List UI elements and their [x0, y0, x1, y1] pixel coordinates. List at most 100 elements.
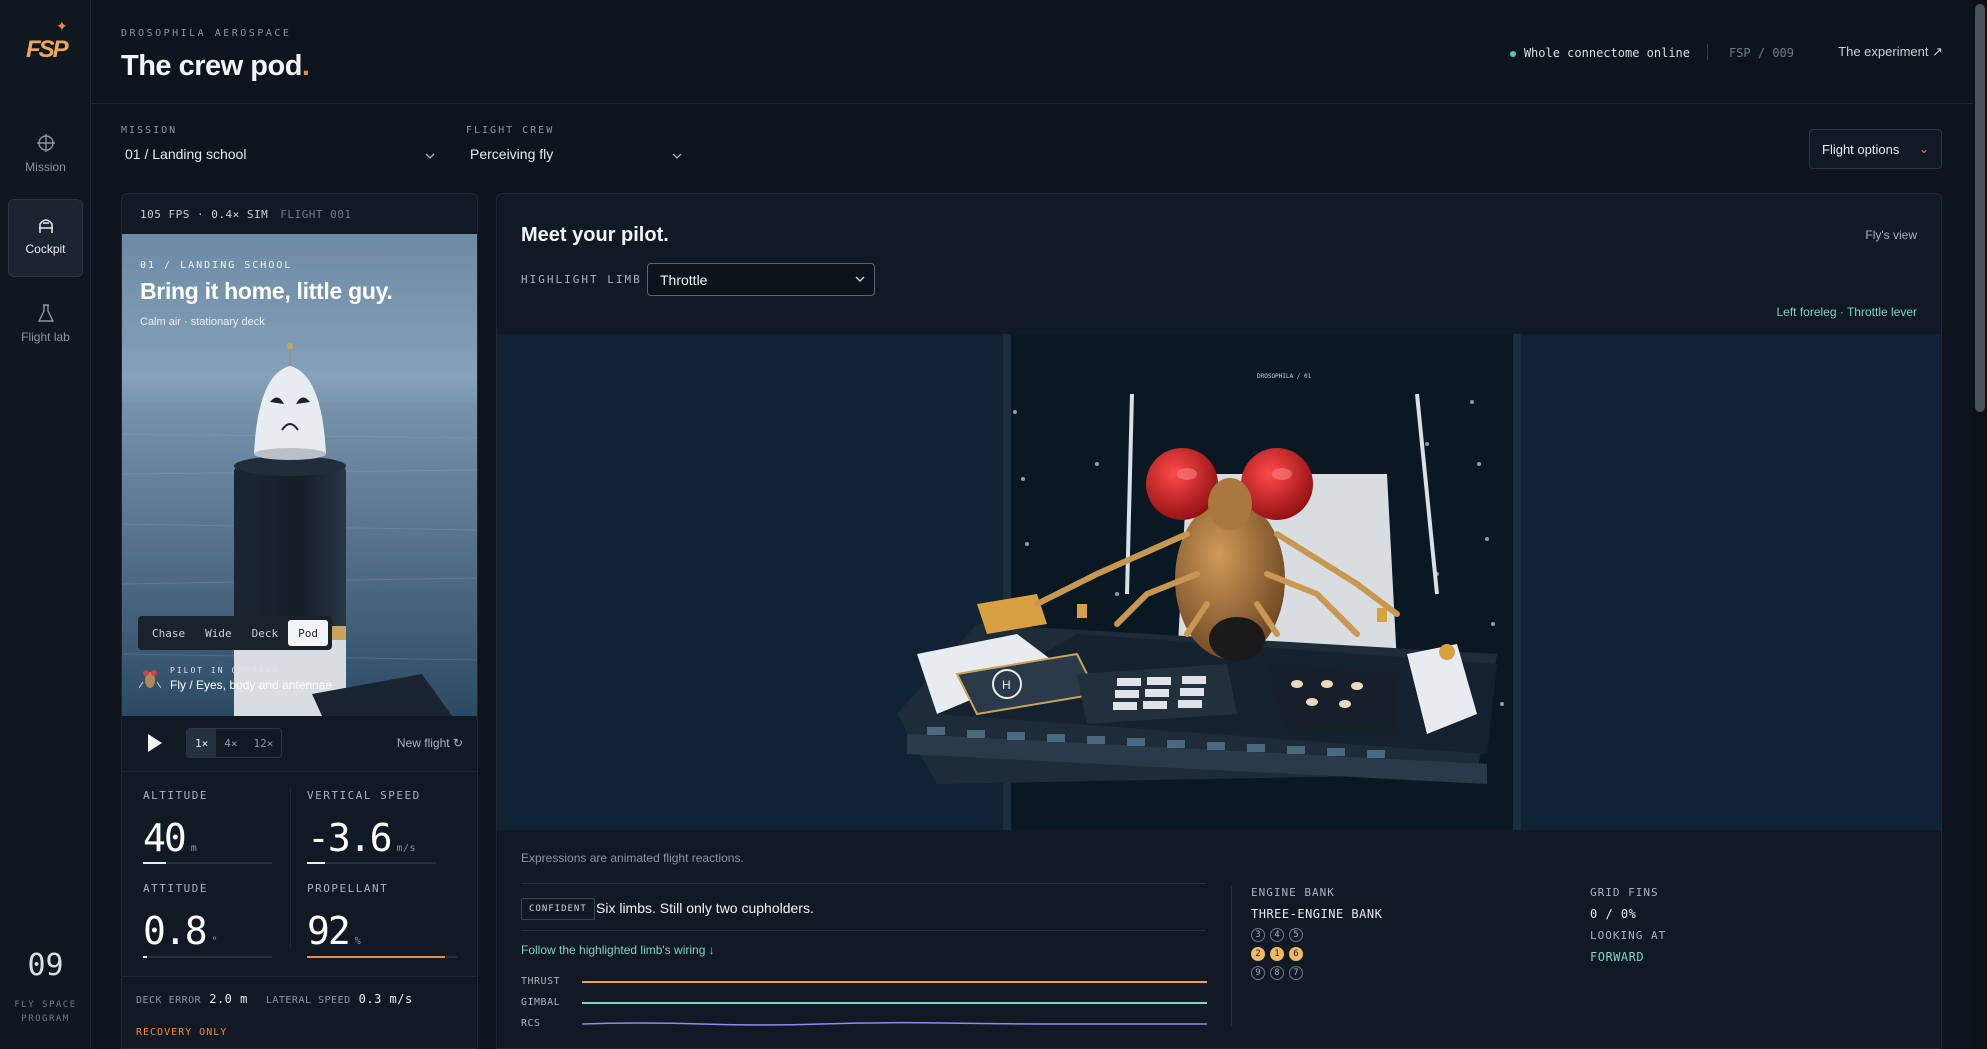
confidence-badge: CONFIDENT	[521, 898, 595, 920]
nav-cockpit-label: Cockpit	[25, 242, 66, 256]
chevron-down-icon	[855, 276, 865, 282]
camera-switcher: Chase Wide Deck Pod	[138, 616, 332, 650]
section-divider	[521, 883, 1206, 884]
engine-bank-label: ENGINE BANK	[1251, 886, 1335, 899]
engine-bank-value: THREE-ENGINE BANK	[1251, 907, 1383, 921]
speed-12x[interactable]: 12×	[246, 729, 282, 757]
section-divider	[521, 930, 1206, 931]
pilot-in-command-label: PILOT IN COMMAND	[170, 666, 280, 675]
new-flight-button[interactable]: New flight ↻	[397, 736, 463, 750]
attitude-stat: ATTITUDE 0.8 °	[143, 882, 219, 953]
cockpit-3d-view[interactable]: DROSOPHILA / 01 H	[497, 334, 1941, 830]
nav-flight-lab-label: Flight lab	[21, 330, 70, 344]
engine-1-indicator: 1	[1270, 947, 1284, 961]
flask-icon	[37, 304, 54, 322]
pilot-panel-title: Meet your pilot.	[521, 224, 669, 246]
status-dot-icon	[1509, 50, 1516, 57]
simulation-panel: 105 FPS · 0.4× SIM FLIGHT 001 01 / LANDI…	[121, 193, 478, 1049]
header-divider	[1707, 44, 1708, 60]
scene-eyebrow: 01 / LANDING SCHOOL	[140, 260, 293, 271]
engine-7-indicator: 7	[1289, 966, 1303, 980]
flight-crew-select[interactable]: Perceiving fly	[470, 146, 683, 170]
scene-subtitle: Calm air · stationary deck	[140, 316, 265, 328]
altitude-bar	[143, 862, 272, 864]
propellant-bar	[307, 956, 457, 958]
camera-wide[interactable]: Wide	[195, 620, 242, 646]
highlight-note: Left foreleg · Throttle lever	[1776, 305, 1917, 319]
console-tag: DROSOPHILA / 01	[1257, 373, 1312, 380]
wiring-link[interactable]: Follow the highlighted limb's wiring ↓	[521, 943, 715, 957]
flys-view-toggle[interactable]: Fly's view	[1865, 228, 1917, 242]
play-icon[interactable]	[148, 734, 162, 752]
highlight-limb-select[interactable]: Throttle	[647, 263, 875, 296]
deck-readout: DECK ERROR 2.0 m LATERAL SPEED 0.3 m/s	[136, 992, 413, 1006]
speed-selector: 1× 4× 12×	[186, 728, 283, 758]
grid-fins-label: GRID FINS	[1590, 886, 1659, 899]
looking-at-label: LOOKING AT	[1590, 929, 1667, 942]
vertical-speed-stat: VERTICAL SPEED -3.6 m/s	[307, 789, 421, 860]
connectome-status: Whole connectome online	[1509, 46, 1690, 60]
left-rail: FSP ✦ Mission Cockpit Flight lab 09 FLY …	[0, 0, 91, 1049]
page-header: DROSOPHILA AEROSPACE The crew pod. Whole…	[91, 0, 1973, 104]
vertical-speed-bar	[307, 862, 436, 864]
page-title: The crew pod.	[121, 50, 310, 82]
thrust-trace-label: THRUST	[521, 976, 561, 987]
fly-pilot-illustration: DROSOPHILA / 01 H	[497, 334, 1941, 830]
telemetry-divider	[122, 976, 477, 977]
recovery-status: RECOVERY ONLY	[136, 1027, 228, 1038]
rcs-trace-label: RCS	[521, 1018, 541, 1029]
looking-at-value: FORWARD	[1590, 950, 1645, 964]
grid-fins-value: 0 / 0%	[1590, 907, 1637, 921]
highlight-limb-label: HIGHLIGHT LIMB	[521, 273, 642, 286]
camera-pod[interactable]: Pod	[288, 620, 328, 646]
mission-select[interactable]: 01 / Landing school	[125, 146, 436, 170]
crosshair-icon	[36, 134, 55, 152]
program-number: 09	[27, 948, 64, 983]
header-eyebrow: DROSOPHILA AEROSPACE	[121, 28, 292, 39]
propellant-stat: PROPELLANT 92%	[307, 882, 389, 953]
gimbal-trace-label: GIMBAL	[521, 997, 561, 1008]
playback-controls: 1× 4× 12× New flight ↻	[122, 716, 477, 772]
engine-8-indicator: 8	[1270, 966, 1284, 980]
attitude-bar	[143, 956, 272, 958]
mission-label: MISSION	[121, 125, 178, 136]
sim-viewport[interactable]: 01 / LANDING SCHOOL Bring it home, littl…	[122, 234, 477, 716]
expressions-note: Expressions are animated flight reaction…	[521, 851, 744, 865]
flight-crew-label: FLIGHT CREW	[466, 125, 555, 136]
flight-options-button[interactable]: Flight options ⌄	[1809, 129, 1942, 169]
engine-4-indicator: 4	[1270, 928, 1284, 942]
speed-4x[interactable]: 4×	[216, 729, 245, 757]
rcs-trace-line	[582, 1021, 1207, 1026]
chevron-down-icon	[425, 153, 435, 159]
star-icon: ✦	[56, 18, 68, 34]
svg-text:H: H	[1002, 678, 1011, 692]
scrollbar-thumb[interactable]	[1975, 4, 1985, 412]
page-scrollbar[interactable]	[1973, 0, 1987, 1049]
fsp-logo[interactable]: FSP ✦	[26, 18, 69, 64]
engine-5-indicator: 5	[1289, 928, 1303, 942]
confidence-text: Six limbs. Still only two cupholders.	[596, 900, 814, 916]
engine-6-indicator: 6	[1289, 947, 1303, 961]
nav-mission[interactable]: Mission	[8, 118, 83, 196]
chevron-down-icon	[672, 153, 682, 159]
cockpit-seat-icon	[38, 219, 53, 233]
nav-flight-lab[interactable]: Flight lab	[8, 288, 83, 366]
program-name: FLY SPACE PROGRAM	[14, 1000, 77, 1024]
altitude-stat: ALTITUDE 40 m	[143, 789, 208, 860]
scene-title: Bring it home, little guy.	[140, 278, 393, 304]
nav-mission-label: Mission	[25, 160, 66, 174]
experiment-link[interactable]: The experiment ↗	[1838, 44, 1943, 60]
column-divider	[1231, 886, 1232, 1026]
sim-statusbar: 105 FPS · 0.4× SIM FLIGHT 001	[140, 208, 352, 221]
trace-chart	[582, 981, 1207, 1026]
nav-cockpit[interactable]: Cockpit	[8, 199, 83, 277]
engine-2-indicator: 2	[1251, 947, 1265, 961]
camera-chase[interactable]: Chase	[142, 620, 195, 646]
chevron-down-icon: ⌄	[1918, 142, 1929, 156]
program-code: FSP / 009	[1728, 46, 1794, 60]
camera-deck[interactable]: Deck	[242, 620, 289, 646]
pilot-name: Fly / Eyes, body and antennae	[170, 678, 333, 692]
pilot-panel: Meet your pilot. Fly's view HIGHLIGHT LI…	[496, 193, 1942, 1049]
speed-1x[interactable]: 1×	[187, 729, 217, 757]
engine-9-indicator: 9	[1251, 966, 1265, 980]
